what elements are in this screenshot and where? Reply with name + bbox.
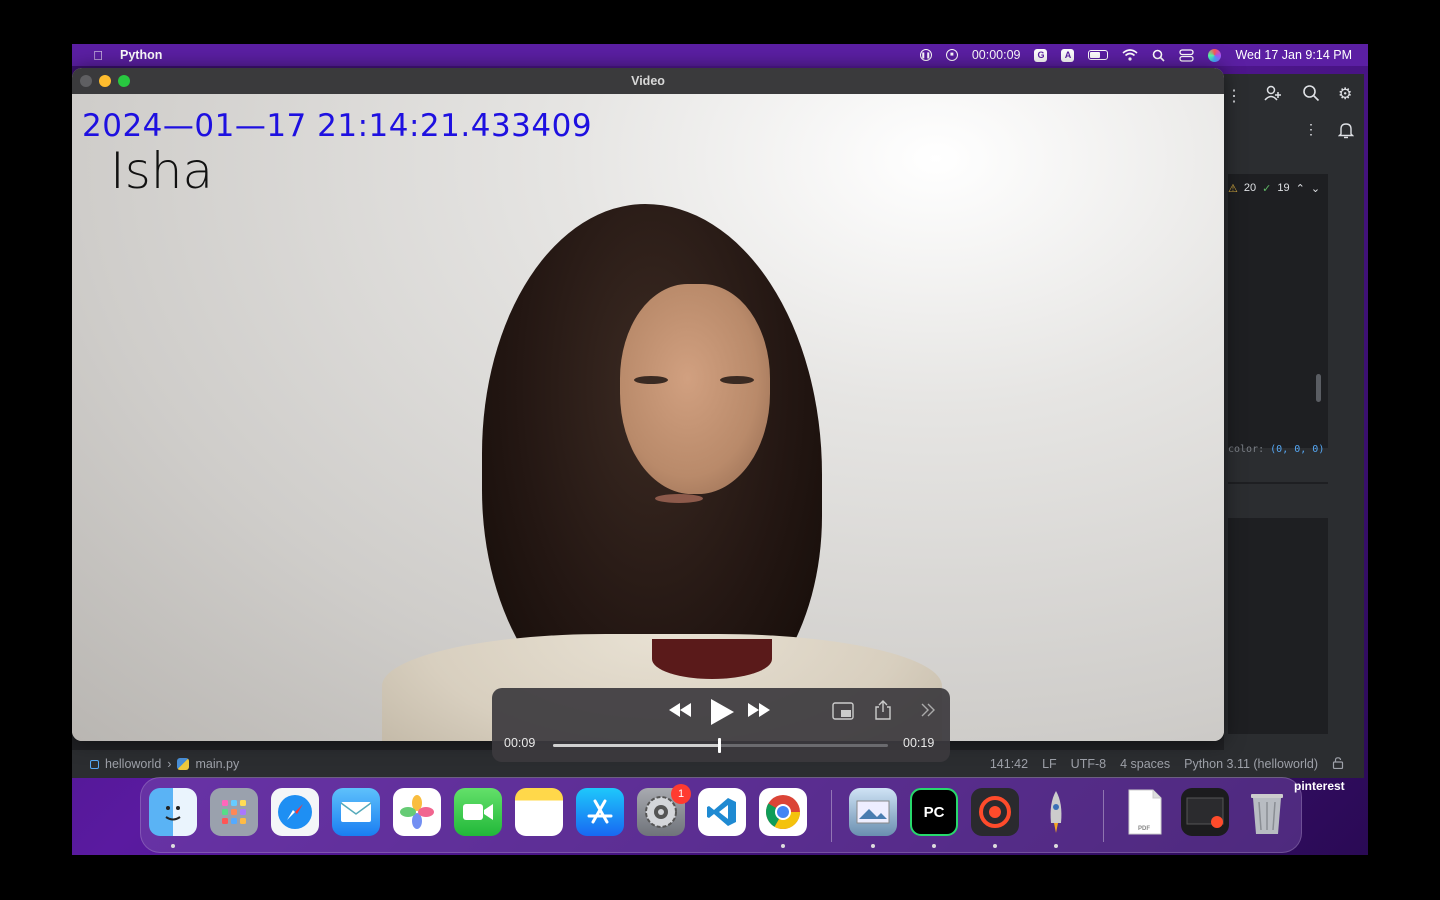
minimize-button[interactable] bbox=[99, 75, 111, 87]
dock-separator bbox=[1103, 790, 1104, 842]
dock: 1 PC PDF bbox=[140, 777, 1302, 853]
apple-menu-icon[interactable]:  bbox=[90, 48, 106, 63]
breadcrumb-file[interactable]: main.py bbox=[195, 757, 239, 771]
wifi-icon[interactable] bbox=[1122, 49, 1139, 61]
rocket-app-icon[interactable] bbox=[1032, 788, 1080, 836]
battery-icon[interactable] bbox=[1088, 50, 1109, 60]
photos-icon[interactable] bbox=[393, 788, 441, 836]
menubar-clock[interactable]: Wed 17 Jan 9:14 PM bbox=[1235, 48, 1352, 62]
control-center-icon[interactable] bbox=[1179, 48, 1195, 62]
total-duration: 00:19 bbox=[903, 736, 935, 750]
trash-icon[interactable] bbox=[1243, 788, 1291, 836]
person-eye bbox=[720, 376, 754, 384]
next-highlight-icon[interactable]: ⌄ bbox=[1311, 182, 1320, 195]
ide-row-highlight bbox=[1228, 484, 1328, 518]
indentation[interactable]: 4 spaces bbox=[1120, 757, 1170, 771]
pinterest-label[interactable]: pinterest bbox=[1294, 779, 1345, 793]
timestamp-overlay: 2024—01—17 21:14:21.433409 bbox=[82, 108, 593, 144]
rewind-button[interactable] bbox=[668, 702, 692, 718]
chrome-icon[interactable] bbox=[759, 788, 807, 836]
person-collar bbox=[652, 639, 772, 679]
share-icon[interactable] bbox=[874, 700, 892, 720]
pause-recording-icon[interactable]: ❚❚ bbox=[919, 49, 932, 61]
menu-bar:  Python ❚❚ ■ 00:00:09 G A Wed 17 Jan 9:… bbox=[72, 44, 1368, 66]
ide-settings-gear-icon[interactable]: ⚙ bbox=[1338, 84, 1352, 104]
prev-highlight-icon[interactable]: ⌃ bbox=[1296, 182, 1305, 195]
caret-position[interactable]: 141:42 bbox=[990, 757, 1028, 771]
fast-forward-button[interactable] bbox=[747, 702, 771, 718]
recording-timer: 00:00:09 bbox=[971, 48, 1021, 62]
grammarly-icon[interactable]: G bbox=[1034, 48, 1048, 62]
inspection-widget[interactable]: ⚠ 20 ✓ 19 ⌃ ⌄ bbox=[1228, 182, 1320, 195]
app-store-icon[interactable] bbox=[576, 788, 624, 836]
lock-icon[interactable] bbox=[1332, 756, 1344, 772]
finder-icon[interactable] bbox=[149, 788, 197, 836]
current-time: 00:09 bbox=[504, 736, 536, 750]
scrubber-progress bbox=[553, 744, 720, 747]
warning-icon: ⚠ bbox=[1228, 183, 1238, 195]
notes-icon[interactable] bbox=[515, 788, 563, 836]
running-indicator bbox=[171, 844, 175, 848]
person-face bbox=[620, 284, 770, 494]
close-button[interactable] bbox=[80, 75, 92, 87]
line-separator[interactable]: LF bbox=[1042, 757, 1057, 771]
video-titlebar[interactable]: Video bbox=[72, 68, 1224, 94]
breadcrumb-project[interactable]: helloworld bbox=[105, 757, 161, 771]
settings-update-badge: 1 bbox=[671, 784, 691, 804]
input-source-icon[interactable]: A bbox=[1061, 48, 1075, 62]
running-indicator bbox=[781, 844, 785, 848]
notifications-bell-icon[interactable] bbox=[1337, 121, 1355, 144]
code-fragment: color: (0, 0, 0) bbox=[1228, 444, 1325, 455]
ide-search-icon[interactable] bbox=[1302, 84, 1320, 107]
python-interpreter[interactable]: Python 3.11 (helloworld) bbox=[1184, 757, 1318, 771]
stop-recording-icon[interactable]: ■ bbox=[945, 49, 958, 61]
editor-scrollbar[interactable] bbox=[1316, 374, 1321, 402]
playback-controls: 00:09 00:19 bbox=[492, 688, 950, 762]
add-user-icon[interactable] bbox=[1264, 84, 1282, 107]
vscode-icon[interactable] bbox=[698, 788, 746, 836]
person-eye bbox=[634, 376, 668, 384]
active-app-name[interactable]: Python bbox=[120, 48, 162, 62]
picture-in-picture-icon[interactable] bbox=[832, 702, 854, 720]
spotlight-search-icon[interactable] bbox=[1152, 49, 1166, 62]
play-button[interactable] bbox=[708, 697, 736, 727]
ide-right-panel: ⋮ ⚙ ⋮ bbox=[1224, 74, 1364, 778]
scrubber-handle[interactable] bbox=[718, 738, 722, 753]
ide-collapse-icon[interactable]: ⋮ bbox=[1226, 86, 1242, 106]
running-indicator bbox=[993, 844, 997, 848]
name-overlay: Isha bbox=[110, 142, 214, 200]
pycharm-icon[interactable]: PC bbox=[910, 788, 958, 836]
running-indicator bbox=[871, 844, 875, 848]
preview-icon[interactable] bbox=[849, 788, 897, 836]
svg-text:PDF: PDF bbox=[1138, 826, 1150, 832]
breadcrumb-chevron-icon: › bbox=[167, 757, 172, 771]
running-indicator bbox=[1054, 844, 1058, 848]
launchpad-icon[interactable] bbox=[210, 788, 258, 836]
safari-icon[interactable] bbox=[271, 788, 319, 836]
check-icon: ✓ bbox=[1262, 183, 1272, 195]
dock-separator bbox=[831, 790, 832, 842]
warning-count: 20 bbox=[1243, 182, 1257, 194]
screen-recorder-icon[interactable] bbox=[971, 788, 1019, 836]
facetime-icon[interactable] bbox=[454, 788, 502, 836]
scrubber-track[interactable] bbox=[553, 738, 888, 753]
video-window: Video 2024—01—17 21:14:21.433409 Isha bbox=[72, 68, 1224, 741]
desktop-screen:  Python ❚❚ ■ 00:00:09 G A Wed 17 Jan 9:… bbox=[72, 44, 1368, 855]
pdf-document-icon[interactable]: PDF bbox=[1121, 788, 1169, 836]
video-window-title: Video bbox=[631, 74, 665, 88]
mail-icon[interactable] bbox=[332, 788, 380, 836]
zoom-button[interactable] bbox=[118, 75, 130, 87]
running-indicator bbox=[932, 844, 936, 848]
more-options-icon[interactable]: ⋮ bbox=[1304, 121, 1318, 138]
more-chevron-icon[interactable] bbox=[920, 703, 936, 717]
file-encoding[interactable]: UTF-8 bbox=[1071, 757, 1106, 771]
screenshots-folder-icon[interactable] bbox=[1181, 788, 1229, 836]
webcam-frame[interactable]: 2024—01—17 21:14:21.433409 Isha bbox=[72, 94, 1224, 741]
siri-icon[interactable] bbox=[1208, 48, 1222, 62]
check-count: 19 bbox=[1277, 182, 1290, 194]
python-file-icon bbox=[177, 758, 190, 770]
project-icon bbox=[90, 759, 99, 769]
person-mouth bbox=[655, 494, 703, 503]
